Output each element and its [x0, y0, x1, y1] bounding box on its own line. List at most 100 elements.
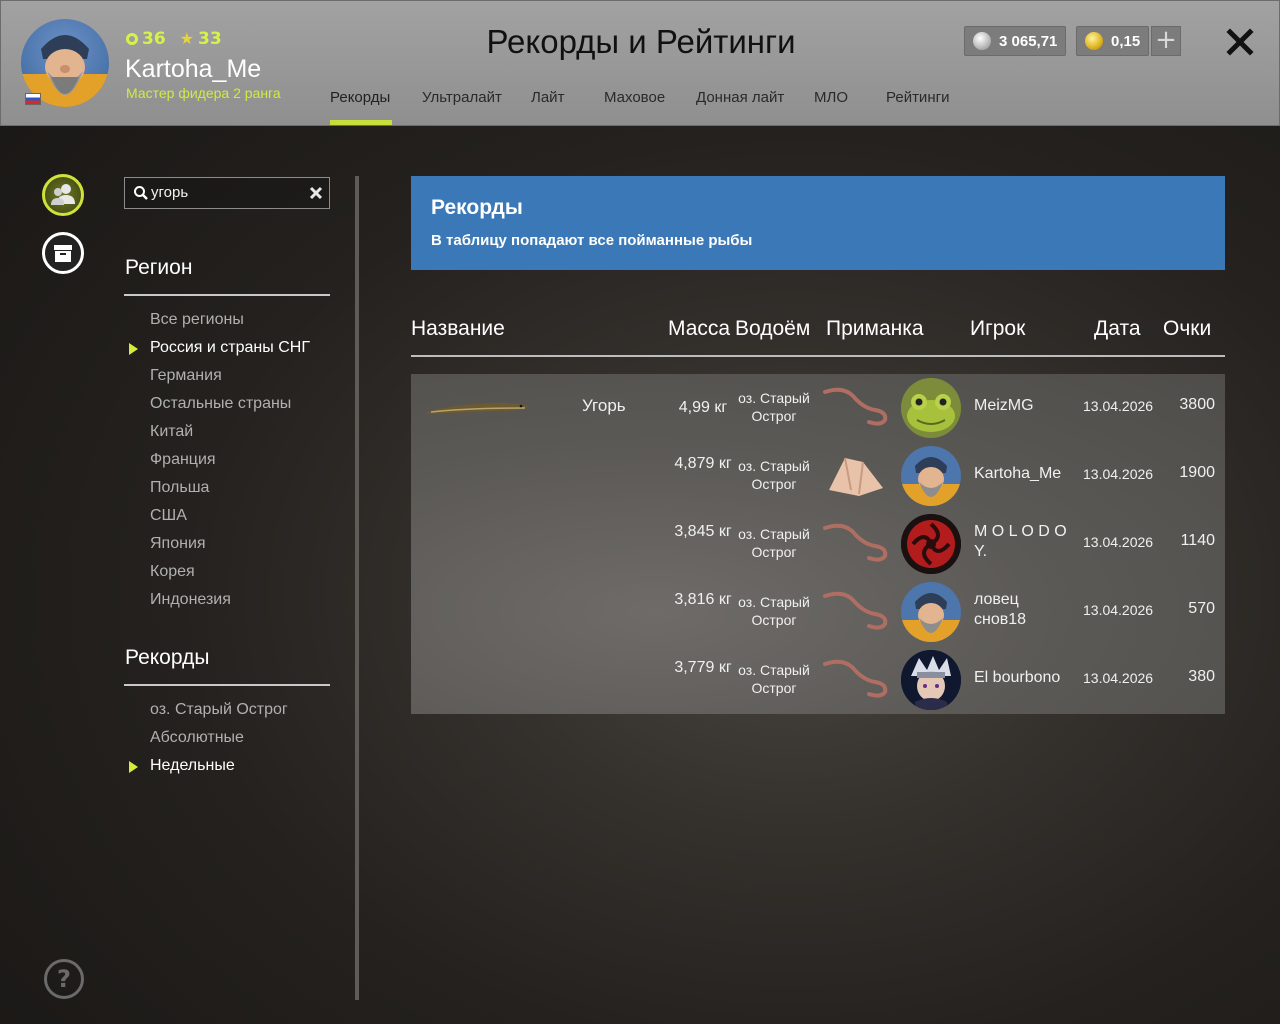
record-score: 570	[1188, 600, 1215, 617]
header-mass[interactable]: Масса	[668, 317, 730, 341]
table-row[interactable]: 3,816 кг оз. Старый Острог ловец снов18 …	[411, 578, 1225, 646]
region-item-selected[interactable]: Россия и страны СНГ	[150, 339, 310, 357]
table-row[interactable]: 4,879 кг оз. Старый Острог Kartoha_Me 13…	[411, 442, 1225, 510]
record-score: 3800	[1179, 396, 1215, 413]
eel-icon	[427, 402, 529, 414]
player-name[interactable]: Kartoha_Me	[974, 464, 1074, 484]
tab-ultralight[interactable]: Ультралайт	[422, 89, 502, 106]
stars-badge: ★ 33	[180, 29, 222, 49]
record-score: 380	[1188, 668, 1215, 685]
table-row[interactable]: 3,845 кг оз. Старый Острог M O L O D O Y…	[411, 510, 1225, 578]
record-score: 1140	[1180, 532, 1215, 549]
region-item[interactable]: Германия	[150, 367, 222, 385]
players-button[interactable]	[42, 174, 84, 216]
header-divider	[411, 355, 1225, 357]
close-button[interactable]	[1221, 23, 1259, 61]
anime-avatar-icon	[901, 650, 961, 710]
player-avatar-emblem[interactable]	[901, 514, 961, 574]
records-nav-item[interactable]: оз. Старый Острог	[150, 701, 288, 719]
lake-name: оз. Старый Острог	[738, 390, 810, 424]
tab-ratings[interactable]: Рейтинги	[886, 89, 949, 106]
archive-button[interactable]	[42, 232, 84, 274]
region-item[interactable]: Остальные страны	[150, 395, 291, 413]
silver-value: 3 065,71	[999, 32, 1058, 50]
stars-value: 33	[198, 29, 222, 49]
header-player[interactable]: Игрок	[970, 317, 1025, 341]
star-icon: ★	[179, 29, 195, 48]
tab-mlo[interactable]: МЛО	[814, 89, 848, 106]
tab-light[interactable]: Лайт	[531, 89, 564, 106]
silver-balance: 3 065,71	[964, 26, 1067, 56]
silver-coin-icon	[973, 32, 991, 50]
selected-arrow-icon	[129, 761, 138, 773]
header-lake[interactable]: Водоём	[735, 317, 810, 341]
player-name[interactable]: ловец снов18	[974, 590, 1074, 630]
player-avatar-bearded[interactable]	[901, 582, 961, 642]
close-icon	[1226, 28, 1254, 56]
region-item[interactable]: Индонезия	[150, 591, 231, 609]
level-value: 36	[142, 29, 166, 49]
worm-icon	[823, 591, 888, 630]
tab-pole[interactable]: Маховое	[604, 89, 665, 106]
table-row[interactable]: 3,779 кг оз. Старый Острог El bourbono 1…	[411, 646, 1225, 714]
lake-name: оз. Старый Острог	[738, 594, 810, 628]
player-name[interactable]: MeizMG	[974, 396, 1074, 416]
banner-subtitle: В таблицу попадают все пойманные рыбы	[431, 232, 753, 249]
gold-value: 0,15	[1111, 32, 1141, 50]
bearded-avatar-icon	[901, 593, 961, 642]
player-avatar-anime[interactable]	[901, 650, 961, 710]
plus-icon: +	[1155, 25, 1177, 55]
search-box[interactable]	[124, 177, 330, 209]
header-name[interactable]: Название	[411, 317, 505, 341]
page-title: Рекорды и Рейтинги	[486, 23, 796, 60]
tab-bottom-light[interactable]: Донная лайт	[696, 89, 784, 106]
lake-name: оз. Старый Острог	[738, 458, 810, 492]
records-nav-divider	[124, 684, 330, 686]
region-item[interactable]: Все регионы	[150, 311, 244, 329]
level-badge: 36	[126, 29, 166, 49]
region-item[interactable]: Корея	[150, 563, 195, 581]
header-bar: 36 ★ 33 Kartoha_Me Мастер фидера 2 ранга …	[0, 0, 1280, 126]
records-nav-item[interactable]: Абсолютные	[150, 729, 244, 747]
gold-balance: 0,15	[1076, 26, 1150, 56]
record-date: 13.04.2026	[1083, 466, 1154, 482]
add-currency-button[interactable]: +	[1151, 26, 1181, 56]
records-nav-item-selected[interactable]: Недельные	[150, 757, 235, 775]
worm-icon	[823, 523, 888, 562]
search-input[interactable]	[151, 184, 301, 201]
region-item[interactable]: Китай	[150, 423, 193, 441]
worm-icon	[823, 387, 888, 426]
lake-name: оз. Старый Острог	[738, 662, 810, 696]
table-row[interactable]: Угорь 4,99 кг оз. Старый Острог MeizMG 1…	[411, 374, 1225, 442]
player-name[interactable]: M O L O D O Y.	[974, 522, 1074, 562]
record-date: 13.04.2026	[1083, 534, 1154, 550]
help-button[interactable]: ?	[44, 959, 84, 999]
player-avatar-bearded[interactable]	[901, 446, 961, 506]
level-ring-icon	[126, 33, 138, 45]
region-item[interactable]: США	[150, 507, 187, 525]
fish-name: Угорь	[582, 396, 626, 415]
help-icon: ?	[57, 965, 71, 993]
header-bait[interactable]: Приманка	[826, 317, 924, 341]
record-date: 13.04.2026	[1083, 398, 1154, 414]
search-icon	[134, 186, 148, 200]
region-item[interactable]: Франция	[150, 451, 216, 469]
red-emblem-avatar-icon	[901, 514, 961, 574]
region-item[interactable]: Польша	[150, 479, 209, 497]
info-banner: Рекорды В таблицу попадают все пойманные…	[411, 176, 1225, 270]
player-stats: 36 ★ 33	[126, 29, 222, 49]
header-score[interactable]: Очки	[1163, 317, 1211, 341]
player-avatar-frog[interactable]	[901, 378, 961, 438]
tab-records[interactable]: Рекорды	[330, 89, 390, 106]
selected-arrow-icon	[129, 343, 138, 355]
lake-name: оз. Старый Острог	[738, 526, 810, 560]
bearded-avatar-icon	[901, 457, 961, 506]
record-date: 13.04.2026	[1083, 670, 1154, 686]
player-name[interactable]: El bourbono	[974, 668, 1074, 688]
panel-divider	[355, 176, 359, 1000]
region-item[interactable]: Япония	[150, 535, 206, 553]
header-date[interactable]: Дата	[1094, 317, 1141, 341]
clear-search-icon[interactable]	[307, 183, 325, 203]
meat-bait-icon	[829, 457, 883, 496]
region-title: Регион	[125, 256, 193, 279]
